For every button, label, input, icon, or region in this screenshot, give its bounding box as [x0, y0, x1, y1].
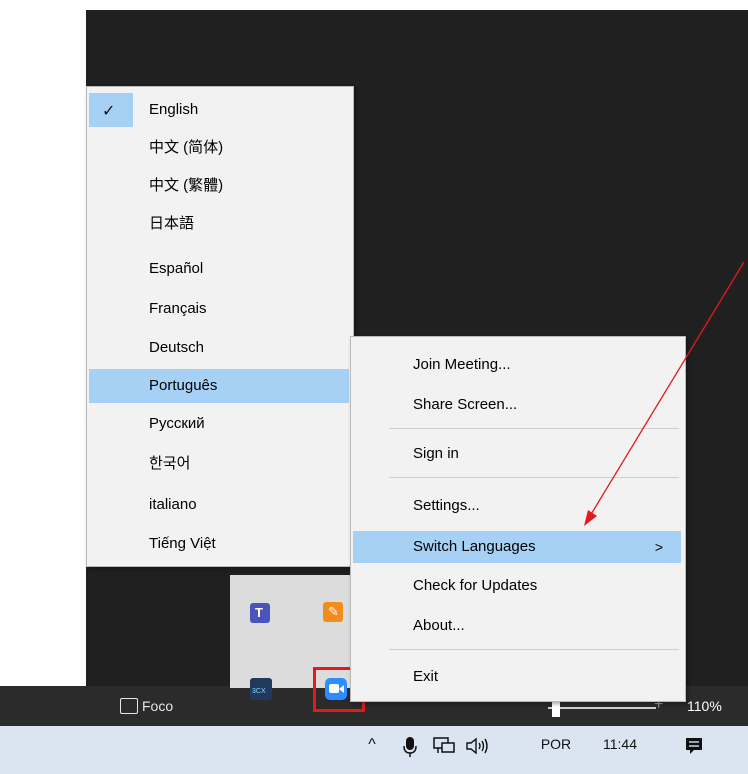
sign-in-item[interactable]: Sign in: [353, 438, 681, 470]
checkmark-icon: ✓: [102, 103, 116, 120]
menu-separator: [389, 428, 679, 429]
chevron-right-icon: >: [654, 539, 663, 555]
notification-icon[interactable]: [680, 736, 708, 756]
language-item-english[interactable]: ✓ English: [89, 93, 349, 127]
language-item-german[interactable]: Deutsch: [89, 331, 349, 365]
switch-languages-item[interactable]: Switch Languages >: [353, 531, 681, 563]
language-item-korean[interactable]: 한국어: [89, 447, 349, 481]
settings-item[interactable]: Settings...: [353, 490, 681, 522]
menu-separator: [389, 477, 679, 478]
speaker-icon[interactable]: [464, 736, 492, 756]
language-submenu: ✓ English 中文 (简体) 中文 (繁體) 日本語 Español Fr…: [86, 86, 354, 567]
language-item-chinese-simplified[interactable]: 中文 (简体): [89, 131, 349, 165]
language-item-portuguese[interactable]: Português: [89, 369, 349, 403]
microphone-icon[interactable]: [398, 736, 422, 758]
focus-label: Foco: [142, 698, 174, 714]
zoom-level: 110%: [687, 698, 722, 714]
focus-mode-button[interactable]: Foco: [120, 698, 173, 714]
app-icon[interactable]: ✎: [323, 602, 343, 622]
checkmark-box: ✓: [89, 93, 133, 127]
focus-icon: [120, 698, 138, 714]
show-hidden-icons-button[interactable]: ^: [362, 736, 382, 754]
language-item-french[interactable]: Français: [89, 292, 349, 326]
language-item-vietnamese[interactable]: Tiếng Việt: [89, 527, 349, 561]
zoom-tray-context-menu: Join Meeting... Share Screen... Sign in …: [350, 336, 686, 702]
clock[interactable]: 11:44: [596, 736, 644, 752]
language-item-italian[interactable]: italiano: [89, 488, 349, 522]
network-icon[interactable]: [430, 736, 458, 756]
language-item-chinese-traditional[interactable]: 中文 (繁體): [89, 169, 349, 203]
language-item-japanese[interactable]: 日本語: [89, 207, 349, 241]
exit-item[interactable]: Exit: [353, 661, 681, 693]
check-for-updates-item[interactable]: Check for Updates: [353, 570, 681, 602]
language-item-spanish[interactable]: Español: [89, 252, 349, 286]
input-language[interactable]: POR: [536, 736, 576, 752]
teams-icon[interactable]: T: [250, 603, 270, 623]
join-meeting-item[interactable]: Join Meeting...: [353, 349, 681, 381]
share-screen-item[interactable]: Share Screen...: [353, 389, 681, 421]
about-item[interactable]: About...: [353, 610, 681, 642]
3cx-icon[interactable]: 3CX: [250, 678, 272, 700]
zoom-slider-track[interactable]: [548, 707, 656, 709]
menu-separator: [389, 649, 679, 650]
language-item-russian[interactable]: Русский: [89, 407, 349, 441]
